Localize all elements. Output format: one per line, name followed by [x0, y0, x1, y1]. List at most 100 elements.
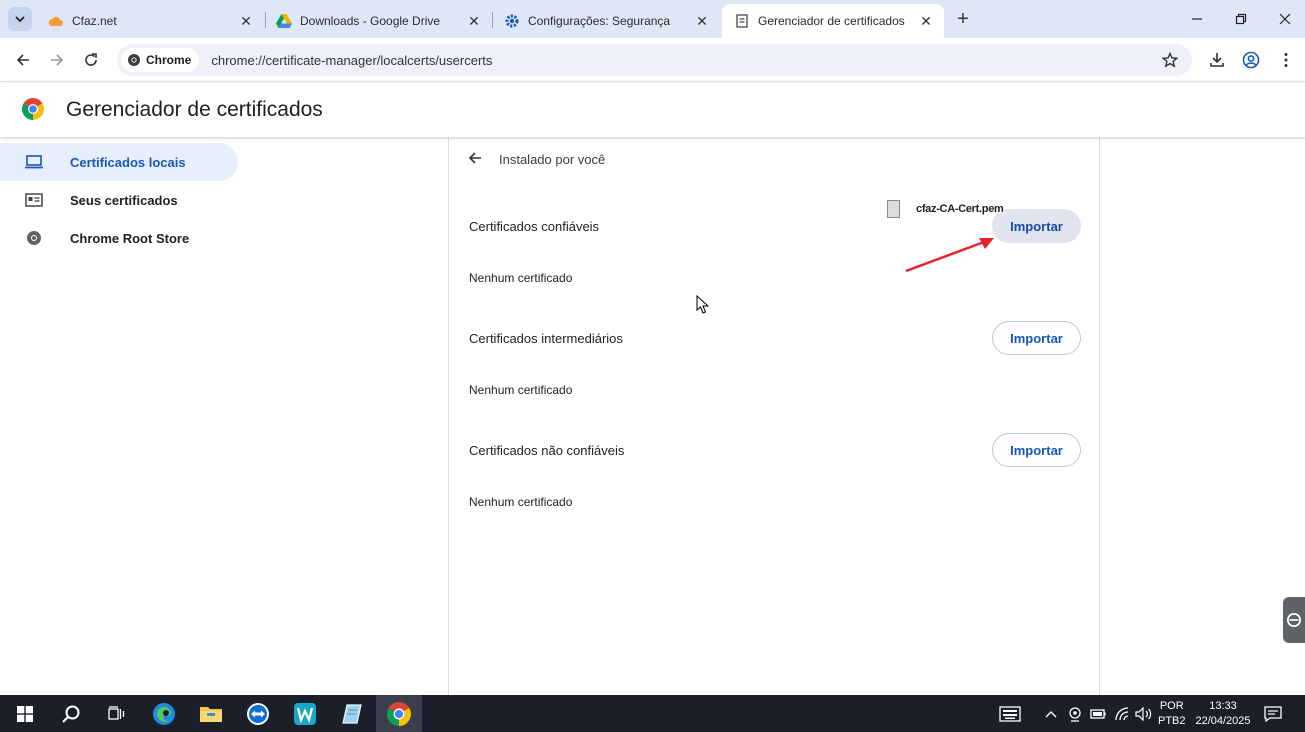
keyboard-layout: PTB2 — [1158, 715, 1186, 727]
back-button[interactable] — [9, 46, 37, 74]
tab-google-drive[interactable]: Downloads - Google Drive ✕ — [264, 4, 492, 38]
restore-icon — [1235, 13, 1247, 25]
import-intermediate-button[interactable]: Importar — [992, 321, 1081, 355]
arrow-left-icon — [468, 152, 481, 164]
file-icon — [887, 200, 900, 218]
forward-button[interactable] — [43, 46, 71, 74]
tab-cfaz[interactable]: Cfaz.net ✕ — [36, 4, 264, 38]
arrow-left-icon — [16, 54, 29, 66]
certificates-panel: Instalado por você Certificados confiáve… — [448, 137, 1100, 695]
tab-search-button[interactable] — [8, 7, 32, 31]
w-app-icon — [294, 702, 316, 725]
address-bar[interactable]: Chrome chrome://certificate-manager/loca… — [117, 44, 1192, 76]
close-icon — [1279, 13, 1291, 25]
subpage-title: Instalado por você — [499, 152, 606, 167]
taskbar-app-w[interactable] — [282, 695, 328, 732]
document-icon — [734, 13, 750, 29]
tab-title: Gerenciador de certificados — [758, 14, 905, 28]
taskbar-teamviewer[interactable] — [235, 695, 281, 732]
tab-settings-security[interactable]: Configurações: Segurança ✕ — [492, 4, 720, 38]
battery-icon — [1090, 708, 1106, 719]
menu-button[interactable] — [1272, 46, 1300, 74]
taskbar-search-button[interactable] — [48, 695, 94, 732]
more-vert-icon — [1284, 53, 1288, 67]
close-icon[interactable]: ✕ — [238, 13, 254, 29]
chevron-up-icon — [1045, 710, 1057, 717]
taskbar-chrome[interactable] — [376, 695, 422, 732]
keyboard-tray-button[interactable] — [996, 695, 1024, 732]
import-untrusted-button[interactable]: Importar — [992, 433, 1081, 467]
windows-taskbar: POR PTB2 13:33 22/04/2025 — [0, 695, 1305, 732]
close-icon[interactable]: ✕ — [918, 13, 934, 29]
taskbar-edge[interactable] — [141, 695, 187, 732]
edge-icon — [153, 702, 175, 725]
folder-icon — [200, 706, 222, 722]
tab-title: Configurações: Segurança — [528, 14, 671, 28]
webcam-tray-icon[interactable] — [1066, 695, 1084, 732]
start-button[interactable] — [2, 695, 48, 732]
download-icon — [1210, 53, 1224, 67]
tab-title: Cfaz.net — [72, 14, 117, 28]
notification-icon — [1264, 706, 1282, 722]
minimize-button[interactable] — [1175, 0, 1219, 38]
section-title-untrusted: Certificados não confiáveis — [469, 443, 625, 458]
clock-date: 22/04/2025 — [1195, 715, 1251, 727]
show-hidden-icons-button[interactable] — [1043, 695, 1059, 732]
tab-title: Downloads - Google Drive — [300, 14, 441, 28]
taskbar-app-notes[interactable] — [329, 695, 375, 732]
taskbar-clock[interactable]: 13:33 22/04/2025 — [1192, 699, 1254, 729]
back-arrow-button[interactable] — [466, 149, 484, 167]
mouse-cursor-icon — [696, 295, 710, 314]
chrome-icon — [24, 230, 44, 246]
import-trusted-button[interactable]: Importar — [992, 209, 1081, 243]
page-margin-right — [1100, 137, 1305, 695]
dragged-file-name: cfaz-CA-Cert.pem — [916, 203, 1004, 215]
minimize-icon — [1192, 18, 1202, 20]
sidebar-item-chrome-root-store[interactable]: Chrome Root Store — [0, 219, 238, 257]
teamviewer-side-widget[interactable] — [1283, 597, 1305, 643]
star-icon — [1162, 52, 1178, 68]
speaker-icon — [1135, 706, 1152, 721]
search-icon — [62, 705, 80, 723]
tab-certificate-manager[interactable]: Gerenciador de certificados ✕ — [722, 4, 944, 38]
bookmark-star-button[interactable] — [1158, 48, 1182, 72]
close-icon[interactable]: ✕ — [694, 13, 710, 29]
battery-tray-icon[interactable] — [1088, 695, 1108, 732]
sidebar-item-local-certificates[interactable]: Certificados locais — [0, 143, 238, 181]
close-window-button[interactable] — [1263, 0, 1305, 38]
chevron-down-icon — [15, 16, 25, 23]
restore-button[interactable] — [1219, 0, 1263, 38]
reload-button[interactable] — [77, 46, 105, 74]
keyboard-icon — [999, 705, 1021, 722]
input-language-indicator[interactable]: POR PTB2 — [1158, 699, 1186, 729]
notepad-icon — [342, 703, 362, 724]
windows-icon — [17, 705, 33, 722]
teamviewer-icon — [247, 702, 269, 725]
cloud-icon — [48, 13, 64, 29]
empty-state-trusted: Nenhum certificado — [469, 271, 573, 285]
arrow-right-icon — [51, 54, 64, 66]
taskbar-file-explorer[interactable] — [188, 695, 234, 732]
close-icon[interactable]: ✕ — [466, 13, 482, 29]
site-info-chip[interactable]: Chrome — [121, 48, 200, 72]
url-text[interactable]: chrome://certificate-manager/localcerts/… — [211, 53, 492, 68]
language-code: POR — [1159, 700, 1184, 712]
id-card-icon — [24, 192, 44, 208]
sidebar: Certificados locais Seus certificados Ch… — [0, 137, 448, 695]
volume-tray-icon[interactable] — [1134, 695, 1154, 732]
sidebar-item-label: Seus certificados — [70, 193, 178, 208]
wifi-tray-icon[interactable] — [1112, 695, 1132, 732]
chrome-icon — [387, 701, 411, 726]
new-tab-button[interactable]: + — [951, 7, 975, 31]
gear-icon — [504, 13, 520, 29]
page-header: Gerenciador de certificados — [0, 83, 1305, 137]
task-view-button[interactable] — [94, 695, 140, 732]
reload-icon — [85, 53, 97, 66]
notification-center-button[interactable] — [1262, 703, 1284, 725]
profile-button[interactable] — [1237, 46, 1265, 74]
sidebar-item-label: Certificados locais — [70, 155, 186, 170]
downloads-button[interactable] — [1203, 46, 1231, 74]
teamviewer-icon — [1287, 613, 1301, 627]
chrome-icon — [128, 54, 140, 66]
sidebar-item-your-certificates[interactable]: Seus certificados — [0, 181, 238, 219]
